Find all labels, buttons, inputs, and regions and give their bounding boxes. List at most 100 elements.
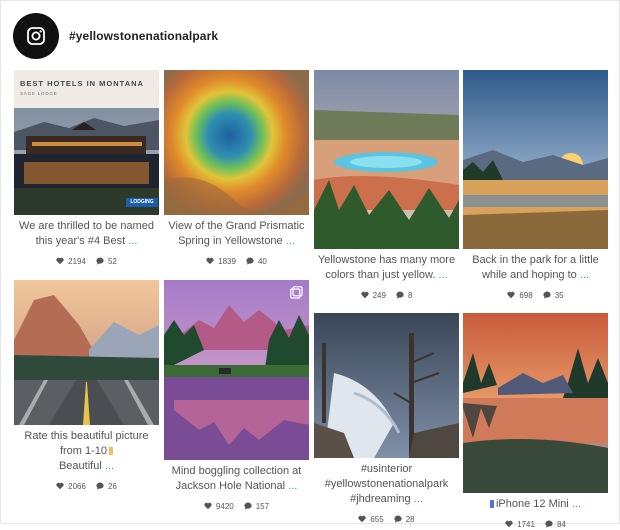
- likes-count: 249: [372, 290, 386, 300]
- overlay-badge: LODGING: [126, 198, 158, 207]
- post-stats: 698 35: [463, 289, 608, 301]
- read-more-link[interactable]: ...: [411, 493, 423, 505]
- post-caption: iPhone 12 Mini ...: [463, 497, 608, 512]
- caption-line: Rate this beautiful picture: [24, 430, 149, 442]
- post-caption: View of the Grand Prismatic Spring in Ye…: [164, 219, 309, 249]
- read-more-link[interactable]: ...: [569, 498, 581, 510]
- likes-stat: 9420: [204, 502, 234, 511]
- account-handle[interactable]: #yellowstonenationalpark: [69, 29, 218, 43]
- comments-stat: 84: [545, 520, 566, 529]
- comment-icon: [244, 502, 252, 510]
- likes-stat: 1839: [206, 257, 236, 266]
- heart-icon: [358, 515, 366, 523]
- heart-icon: [206, 257, 214, 265]
- post-card[interactable]: iPhone 12 Mini ... 1741 84: [463, 313, 608, 530]
- read-more-link[interactable]: ...: [285, 480, 297, 492]
- comments-count: 84: [556, 519, 566, 529]
- feed-header: #yellowstonenationalpark: [13, 12, 218, 60]
- comments-count: 26: [107, 481, 117, 491]
- post-card[interactable]: BEST HOTELS IN MONTANA SAGE LODGE LODGIN…: [14, 70, 159, 267]
- feed-column-1: BEST HOTELS IN MONTANA SAGE LODGE LODGIN…: [14, 70, 159, 492]
- comments-stat: 52: [96, 257, 117, 266]
- post-photo-sunset-lake[interactable]: [463, 70, 608, 249]
- likes-count: 698: [519, 290, 533, 300]
- feed-column-4: Back in the park for a little while and …: [463, 70, 608, 530]
- post-photo-jackson-hole[interactable]: [164, 280, 309, 460]
- post-card[interactable]: Back in the park for a little while and …: [463, 70, 608, 301]
- read-more-link[interactable]: ...: [435, 269, 447, 281]
- post-card[interactable]: #usinterior #yellowstonenationalpark #jh…: [314, 313, 459, 525]
- post-card[interactable]: Mind boggling collection at Jackson Hole…: [164, 280, 309, 512]
- post-photo-frosted-trees[interactable]: [314, 313, 459, 458]
- comments-stat: 28: [394, 515, 415, 524]
- comments-stat: 8: [396, 291, 412, 300]
- post-stats: 2066 26: [14, 480, 159, 492]
- heart-icon: [56, 257, 64, 265]
- post-caption: #usinterior #yellowstonenationalpark #jh…: [314, 462, 459, 507]
- comments-count: 28: [405, 514, 415, 524]
- comments-count: 40: [257, 256, 267, 266]
- post-photo-grand-prismatic[interactable]: [164, 70, 309, 215]
- post-stats: 655 28: [314, 513, 459, 525]
- post-caption: Mind boggling collection at Jackson Hole…: [164, 464, 309, 494]
- comment-icon: [394, 515, 402, 523]
- comments-stat: 40: [246, 257, 267, 266]
- likes-stat: 655: [358, 514, 384, 524]
- caption-text: iPhone 12 Mini: [495, 498, 569, 510]
- comment-icon: [96, 257, 104, 265]
- heart-icon: [56, 482, 64, 490]
- heart-icon: [507, 291, 515, 299]
- post-card[interactable]: View of the Grand Prismatic Spring in Ye…: [164, 70, 309, 267]
- comments-count: 35: [554, 290, 564, 300]
- likes-stat: 2066: [56, 482, 86, 491]
- feed-column-3: Yellowstone has many more colors than ju…: [314, 70, 459, 525]
- post-stats: 9420 157: [164, 500, 309, 512]
- instagram-icon[interactable]: [13, 13, 59, 59]
- read-more-link[interactable]: ...: [125, 235, 137, 247]
- instagram-feed-widget: #yellowstonenationalpark BEST HOTELS IN …: [0, 0, 620, 529]
- comment-icon: [396, 291, 404, 299]
- read-more-link[interactable]: ...: [283, 235, 295, 247]
- comments-count: 157: [255, 501, 270, 511]
- caption-text: Mind boggling collection at Jackson Hole…: [171, 465, 302, 492]
- likes-stat: 249: [360, 290, 386, 300]
- feed-column-2: View of the Grand Prismatic Spring in Ye…: [164, 70, 309, 512]
- caption-line: #usinterior: [360, 463, 413, 475]
- post-stats: 249 8: [314, 289, 459, 301]
- post-card[interactable]: Rate this beautiful picture from 1-10 Be…: [14, 280, 159, 492]
- post-photo-reflection[interactable]: [463, 313, 608, 493]
- post-stats: 2194 52: [14, 255, 159, 267]
- caption-line: #jhdreaming: [350, 493, 411, 505]
- likes-stat: 2194: [56, 257, 86, 266]
- read-more-link[interactable]: ...: [577, 269, 589, 281]
- heart-icon: [204, 502, 212, 510]
- caption-line: #yellowstonenationalpark: [324, 478, 449, 490]
- album-icon: [290, 286, 303, 299]
- post-photo-hot-spring[interactable]: [314, 70, 459, 249]
- post-caption: Back in the park for a little while and …: [463, 253, 608, 283]
- post-caption: Yellowstone has many more colors than ju…: [314, 253, 459, 283]
- read-more-link[interactable]: ...: [102, 460, 114, 472]
- comments-stat: 157: [244, 502, 269, 511]
- comments-stat: 35: [543, 291, 564, 300]
- comments-stat: 26: [96, 482, 117, 491]
- likes-count: 9420: [215, 501, 234, 511]
- overlay-subtitle: SAGE LODGE: [20, 91, 58, 96]
- emoji-icon: [109, 447, 114, 455]
- likes-count: 655: [370, 514, 384, 524]
- overlay-title: BEST HOTELS IN MONTANA: [20, 79, 144, 88]
- likes-count: 2066: [68, 481, 86, 491]
- caption-line: from 1-10: [59, 445, 108, 457]
- caption-line: Beautiful: [58, 460, 102, 472]
- comment-icon: [96, 482, 104, 490]
- likes-count: 1741: [517, 519, 535, 529]
- post-photo-hotel[interactable]: BEST HOTELS IN MONTANA SAGE LODGE LODGIN…: [14, 70, 159, 215]
- post-card[interactable]: Yellowstone has many more colors than ju…: [314, 70, 459, 301]
- comments-count: 52: [107, 256, 117, 266]
- comments-count: 8: [407, 290, 413, 300]
- emoji-icon: [489, 500, 494, 508]
- likes-stat: 698: [507, 290, 533, 300]
- post-photo-road[interactable]: [14, 280, 159, 425]
- post-caption: We are thrilled to be named this year's …: [14, 219, 159, 249]
- heart-icon: [505, 520, 513, 528]
